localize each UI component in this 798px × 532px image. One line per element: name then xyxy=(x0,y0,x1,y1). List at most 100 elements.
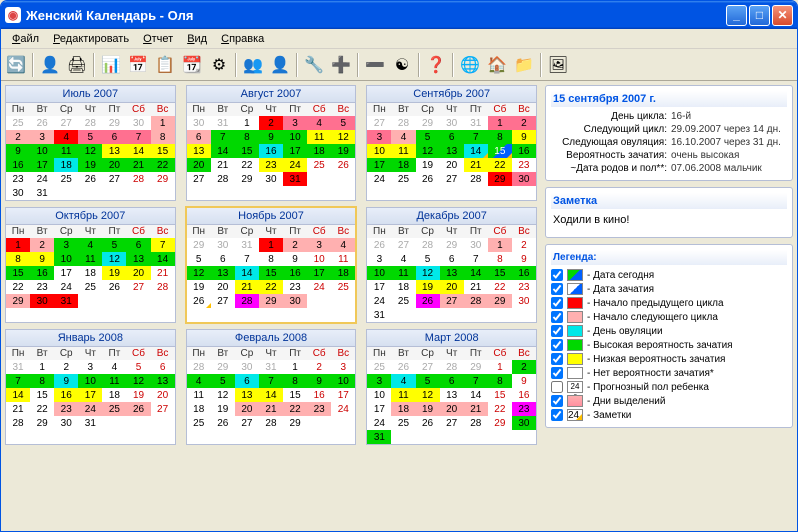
day-cell[interactable] xyxy=(102,186,126,200)
day-cell[interactable]: 28 xyxy=(464,416,488,430)
month-header[interactable]: Октябрь 2007 xyxy=(6,208,175,225)
month-header[interactable]: Декабрь 2007 xyxy=(367,208,536,225)
day-cell[interactable]: 3 xyxy=(78,360,102,374)
day-cell[interactable]: 16 xyxy=(512,144,536,158)
day-cell[interactable]: 28 xyxy=(464,172,488,186)
day-cell[interactable]: 6 xyxy=(102,130,126,144)
day-cell[interactable]: 27 xyxy=(211,294,235,308)
day-cell[interactable]: 9 xyxy=(259,130,283,144)
day-cell[interactable]: 16 xyxy=(54,388,78,402)
day-cell[interactable]: 24 xyxy=(331,402,355,416)
day-cell[interactable] xyxy=(151,186,175,200)
day-cell[interactable]: 23 xyxy=(283,280,307,294)
day-cell[interactable]: 20 xyxy=(187,158,211,172)
day-cell[interactable]: 4 xyxy=(391,374,415,388)
day-cell[interactable] xyxy=(54,308,78,322)
toolbar-btn-3[interactable]: 📊 xyxy=(98,52,124,78)
day-cell[interactable]: 17 xyxy=(331,388,355,402)
day-cell[interactable]: 1 xyxy=(488,360,512,374)
menu-help[interactable]: Справка xyxy=(214,31,271,47)
day-cell[interactable]: 21 xyxy=(259,402,283,416)
day-cell[interactable]: 24 xyxy=(283,158,307,172)
day-cell[interactable]: 29 xyxy=(488,294,512,308)
day-cell[interactable]: 30 xyxy=(512,294,536,308)
toolbar-btn-17[interactable]: 📁 xyxy=(511,52,537,78)
day-cell[interactable]: 26 xyxy=(391,360,415,374)
day-cell[interactable]: 28 xyxy=(391,116,415,130)
day-cell[interactable]: 9 xyxy=(6,144,30,158)
day-cell[interactable] xyxy=(391,186,415,200)
day-cell[interactable]: 30 xyxy=(6,186,30,200)
day-cell[interactable]: 8 xyxy=(283,374,307,388)
day-cell[interactable]: 4 xyxy=(78,238,102,252)
day-cell[interactable]: 3 xyxy=(367,252,391,266)
day-cell[interactable]: 23 xyxy=(259,158,283,172)
day-cell[interactable] xyxy=(30,308,54,322)
day-cell[interactable] xyxy=(391,430,415,444)
day-cell[interactable]: 27 xyxy=(102,172,126,186)
day-cell[interactable]: 26 xyxy=(331,158,355,172)
day-cell[interactable] xyxy=(235,186,259,200)
day-cell[interactable]: 17 xyxy=(367,158,391,172)
day-cell[interactable]: 10 xyxy=(307,252,331,266)
day-cell[interactable]: 2 xyxy=(512,360,536,374)
day-cell[interactable]: 19 xyxy=(211,402,235,416)
day-cell[interactable]: 22 xyxy=(488,280,512,294)
day-cell[interactable]: 18 xyxy=(54,158,78,172)
day-cell[interactable] xyxy=(440,430,464,444)
day-cell[interactable]: 19 xyxy=(78,158,102,172)
day-cell[interactable]: 14 xyxy=(464,388,488,402)
day-cell[interactable]: 1 xyxy=(283,360,307,374)
day-cell[interactable]: 16 xyxy=(512,266,536,280)
day-cell[interactable] xyxy=(259,186,283,200)
day-cell[interactable]: 15 xyxy=(30,388,54,402)
day-cell[interactable]: 27 xyxy=(126,280,150,294)
day-cell[interactable]: 29 xyxy=(30,416,54,430)
day-cell[interactable]: 26 xyxy=(78,172,102,186)
day-cell[interactable]: 26 xyxy=(126,402,150,416)
day-cell[interactable] xyxy=(102,430,126,444)
day-cell[interactable]: 27 xyxy=(187,172,211,186)
day-cell[interactable] xyxy=(440,186,464,200)
day-cell[interactable]: 11 xyxy=(102,374,126,388)
day-cell[interactable]: 18 xyxy=(102,388,126,402)
day-cell[interactable]: 9 xyxy=(512,130,536,144)
day-cell[interactable]: 11 xyxy=(307,130,331,144)
day-cell[interactable] xyxy=(259,308,283,322)
day-cell[interactable]: 13 xyxy=(211,266,235,280)
day-cell[interactable]: 28 xyxy=(78,116,102,130)
day-cell[interactable] xyxy=(211,430,235,444)
day-cell[interactable]: 31 xyxy=(259,360,283,374)
day-cell[interactable]: 3 xyxy=(367,374,391,388)
day-cell[interactable]: 23 xyxy=(6,172,30,186)
note-text[interactable]: Ходили в кино! xyxy=(551,212,787,232)
day-cell[interactable]: 31 xyxy=(367,430,391,444)
day-cell[interactable] xyxy=(187,308,211,322)
day-cell[interactable]: 26 xyxy=(102,280,126,294)
day-cell[interactable]: 15 xyxy=(6,266,30,280)
day-cell[interactable]: 10 xyxy=(283,130,307,144)
day-cell[interactable] xyxy=(78,186,102,200)
day-cell[interactable]: 31 xyxy=(283,172,307,186)
close-button[interactable]: ✕ xyxy=(772,5,793,26)
menu-edit[interactable]: Редактировать xyxy=(46,31,136,47)
day-cell[interactable] xyxy=(283,308,307,322)
day-cell[interactable]: 27 xyxy=(416,360,440,374)
day-cell[interactable]: 15 xyxy=(259,266,283,280)
day-cell[interactable]: 15 xyxy=(151,144,175,158)
day-cell[interactable]: 21 xyxy=(464,280,488,294)
day-cell[interactable]: 8 xyxy=(488,374,512,388)
day-cell[interactable]: 9 xyxy=(283,252,307,266)
day-cell[interactable]: 13 xyxy=(126,252,150,266)
day-cell[interactable]: 1 xyxy=(488,116,512,130)
day-cell[interactable] xyxy=(126,430,150,444)
day-cell[interactable] xyxy=(151,294,175,308)
day-cell[interactable] xyxy=(6,308,30,322)
day-cell[interactable]: 8 xyxy=(151,130,175,144)
legend-checkbox[interactable] xyxy=(551,325,563,337)
day-cell[interactable]: 24 xyxy=(307,280,331,294)
day-cell[interactable]: 12 xyxy=(187,266,211,280)
month-header[interactable]: Август 2007 xyxy=(187,86,356,103)
day-cell[interactable]: 9 xyxy=(512,252,536,266)
day-cell[interactable] xyxy=(235,430,259,444)
